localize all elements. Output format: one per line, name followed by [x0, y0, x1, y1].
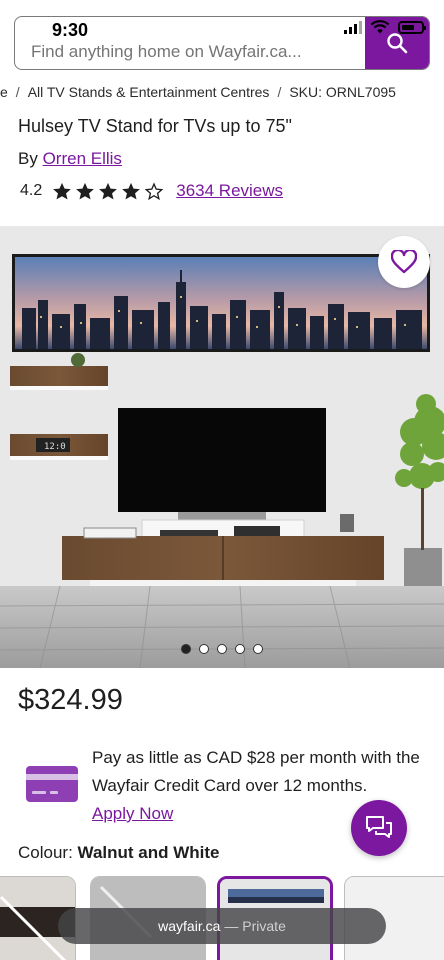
wifi-icon	[370, 20, 390, 34]
rating-stars[interactable]	[52, 181, 164, 201]
breadcrumb-item-category[interactable]: All TV Stands & Entertainment Centres	[28, 84, 270, 100]
product-title: Hulsey TV Stand for TVs up to 75"	[18, 116, 292, 136]
brand-link[interactable]: Orren Ellis	[43, 149, 122, 168]
star-icon	[53, 182, 72, 199]
favorite-button[interactable]	[378, 236, 430, 288]
heart-icon	[391, 250, 417, 274]
carousel-dots	[0, 644, 444, 654]
brand-line: By Orren Ellis	[18, 149, 122, 169]
breadcrumb: e / All TV Stands & Entertainment Centres /…	[0, 84, 444, 104]
carousel-dot[interactable]	[235, 644, 245, 654]
breadcrumb-item-sku: SKU: ORNL7095	[289, 84, 396, 100]
carousel-dot[interactable]	[181, 644, 191, 654]
carousel-dot[interactable]	[217, 644, 227, 654]
by-label: By	[18, 149, 38, 168]
product-photo: 12:0	[0, 226, 444, 668]
chat-icon	[366, 816, 392, 838]
status-icons	[344, 20, 426, 34]
carousel-dot[interactable]	[253, 644, 263, 654]
url-domain: wayfair.ca	[158, 918, 221, 934]
apply-now-link[interactable]: Apply Now	[92, 800, 173, 828]
private-mode-label: — Private	[224, 918, 286, 934]
search-icon	[387, 33, 408, 54]
star-outline-icon	[144, 181, 164, 200]
star-icon	[76, 182, 95, 199]
breadcrumb-separator: /	[15, 84, 20, 100]
breadcrumb-item-prev[interactable]: e	[0, 84, 8, 100]
credit-card-icon	[26, 766, 78, 802]
chat-button[interactable]	[351, 800, 407, 856]
signal-icon	[344, 20, 362, 34]
rating-value: 4.2	[20, 182, 43, 199]
star-icon	[99, 182, 118, 199]
colour-selector-label: Colour: Walnut and White	[18, 843, 220, 863]
credit-description: Pay as little as CAD $28 per month with …	[92, 748, 420, 795]
colour-value: Walnut and White	[77, 843, 220, 862]
carousel-dot[interactable]	[199, 644, 209, 654]
rating-row: 4.2 3634 Reviews	[20, 181, 283, 201]
reviews-link[interactable]: 3634 Reviews	[176, 181, 283, 201]
star-icon	[122, 182, 141, 199]
status-time: 9:30	[52, 20, 89, 40]
colour-label: Colour:	[18, 843, 73, 862]
svg-text:12:0: 12:0	[44, 442, 66, 452]
breadcrumb-separator: /	[277, 84, 282, 100]
price: $324.99	[18, 684, 123, 716]
battery-icon	[398, 20, 426, 34]
product-image[interactable]: 12:0	[0, 226, 444, 668]
browser-url-bar[interactable]: wayfair.ca — Private	[58, 908, 386, 944]
